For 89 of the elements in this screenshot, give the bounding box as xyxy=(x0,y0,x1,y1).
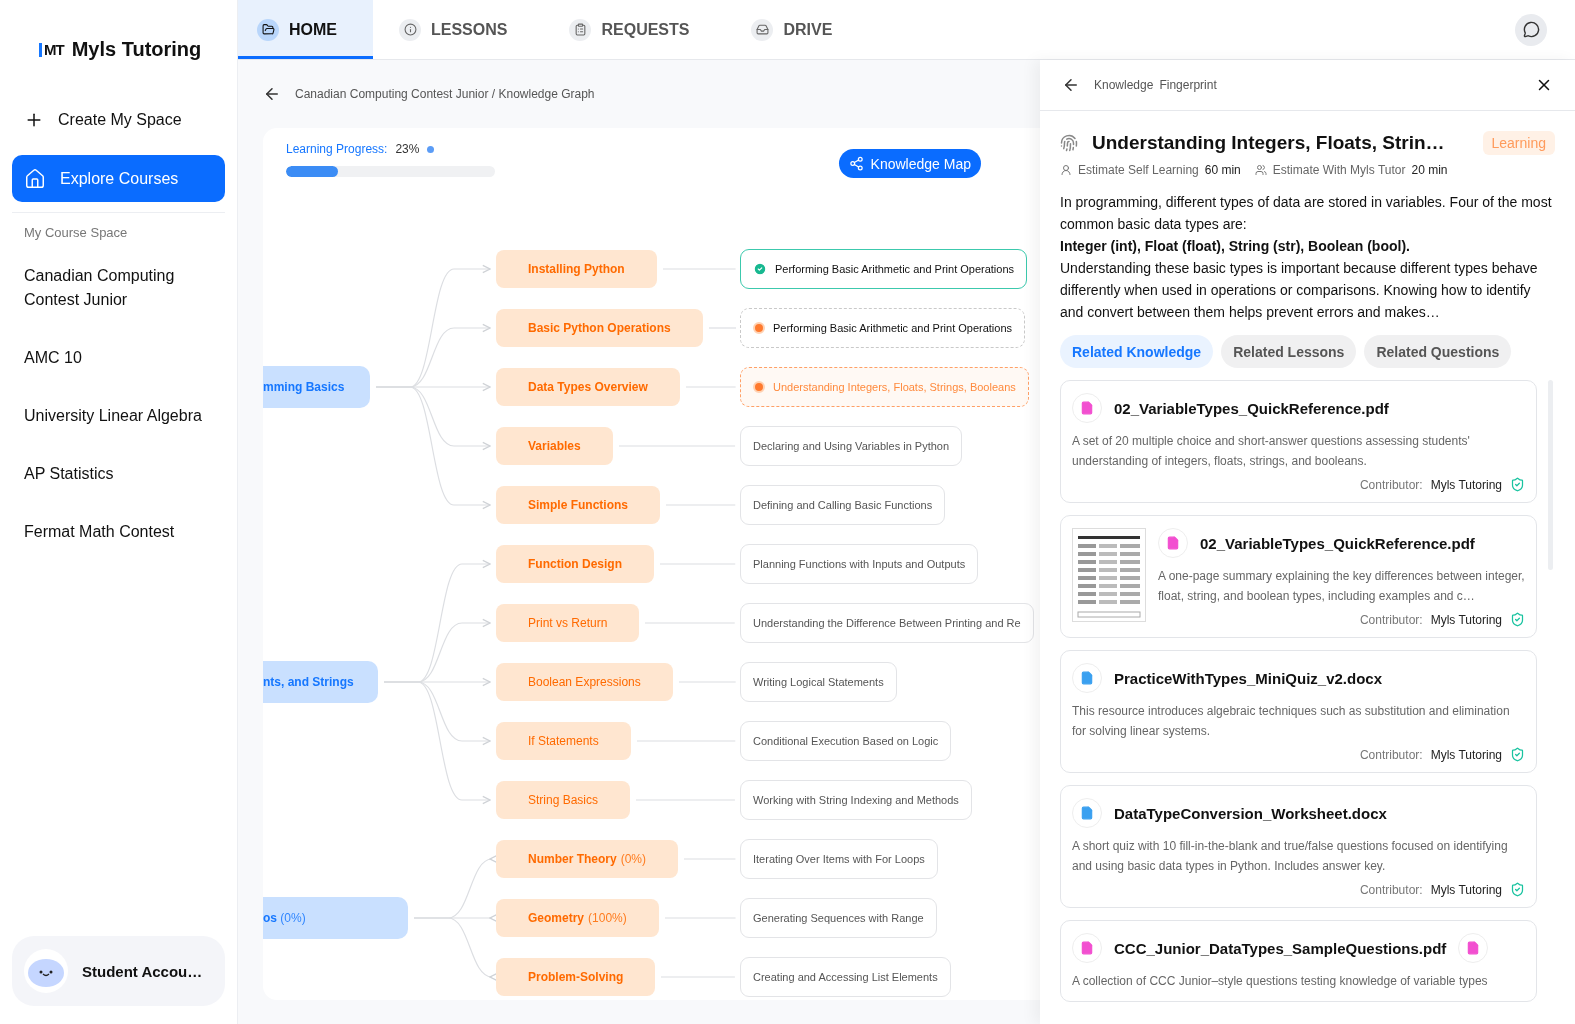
knowledge-map-button[interactable]: Knowledge Map xyxy=(838,149,981,178)
estimate-label: Estimate Self Learning xyxy=(1078,163,1199,177)
course-item[interactable]: AMC 10 xyxy=(12,346,222,370)
estimate-value: 60 min xyxy=(1204,163,1241,177)
verified-icon xyxy=(1510,477,1525,492)
resource-description: A short quiz with 10 fill-in-the-blank and true/false questions focused on identifying and using basic data types in Python. Includes answer key. xyxy=(1072,838,1509,875)
nav-tab[interactable]: LESSONS xyxy=(373,0,544,59)
skill-node[interactable]: Writing Logical Statements xyxy=(740,662,897,702)
contributor-label: Contributor: xyxy=(1359,612,1423,627)
resource-description: A set of 20 multiple choice and short-answer questions assessing students' understanding of integers, floats, strings, and booleans. xyxy=(1072,433,1471,470)
fingerprint-icon xyxy=(1060,134,1078,152)
related-tab[interactable]: Related Questions xyxy=(1364,335,1512,368)
breadcrumb: Canadian Computing Contest Junior / Knowledge Graph xyxy=(295,87,595,101)
section-title: My Course Space xyxy=(23,225,129,240)
estimate-label: Estimate With Myls Tutor xyxy=(1272,163,1406,177)
skill-node[interactable]: Performing Basic Arithmetic and Print Operations xyxy=(740,249,1028,289)
resource-card[interactable]: CCC_Junior_DataTypes_SampleQuestions.pdf A collection of CCC Junior–style questions testing knowledge of variable types xyxy=(1060,920,1537,1002)
learning-dot xyxy=(753,381,765,393)
related-tab[interactable]: Related Lessons xyxy=(1221,335,1357,368)
contributor-name: Myls Tutoring xyxy=(1430,477,1502,492)
skill-node[interactable]: Declaring and Using Variables in Python xyxy=(740,426,963,466)
nav-item[interactable]: Explore Courses xyxy=(12,155,225,202)
skill-node[interactable]: Defining and Calling Basic Functions xyxy=(740,485,946,525)
account-card[interactable]: Student Accou… xyxy=(12,936,225,1006)
skill-node[interactable]: Performing Basic Arithmetic and Print Operations xyxy=(740,308,1026,348)
contributor-name: Myls Tutoring xyxy=(1430,882,1502,897)
course-item[interactable]: Fermat Math Contest xyxy=(12,520,222,544)
create-space-button[interactable]: Create My Space xyxy=(12,105,225,135)
resource-description: This resource introduces algebraic techniques such as substitution and elimination for solving linear systems. xyxy=(1072,703,1511,740)
resource-card[interactable]: 02_VariableTypes_QuickReference.pdf A set of 20 multiple choice and short-answer questions assessing students' understanding of integers, floats, strings, and booleans. Contributor: Myls Tutoring xyxy=(1060,380,1537,503)
verified-icon xyxy=(1510,747,1525,762)
contributor-name: Myls Tutoring xyxy=(1430,747,1502,762)
file-name: 02_VariableTypes_QuickReference.pdf xyxy=(1200,534,1475,552)
skill-node[interactable]: Generating Sequences with Range xyxy=(740,898,937,938)
resource-description: A collection of CCC Junior–style questions testing knowledge of variable types xyxy=(1072,973,1489,990)
person-icon xyxy=(1060,164,1072,176)
skill-node[interactable]: Creating and Accessing List Elements xyxy=(740,957,951,997)
nav-tab[interactable]: HOME xyxy=(238,0,373,59)
resource-card[interactable] xyxy=(1060,785,1537,908)
check-icon xyxy=(753,262,767,276)
account-name: Student Accou… xyxy=(82,962,203,980)
progress-label: Learning Progress: xyxy=(286,142,388,156)
nav-tab[interactable]: DRIVE xyxy=(725,0,869,59)
knowledge-title: Understanding Integers, Floats, Strin… xyxy=(1092,132,1445,154)
course-item[interactable]: Canadian Computing Contest Junior xyxy=(12,264,222,312)
chat-icon xyxy=(1522,21,1540,38)
status-dot xyxy=(427,145,435,153)
description: In programming, different types of data are stored in variables. Four of the most common basic data types are: Integer (int), Float (float), String (str), Boolean (bool). Understanding these basic types is important because different types behave differently when used in operations or comparisons. Knowing how to identify and convert between them helps prevent errors and makes… xyxy=(1060,193,1553,322)
skill-node[interactable]: Planning Functions with Inputs and Outputs xyxy=(740,544,979,584)
verified-icon xyxy=(1510,882,1525,897)
chat-button[interactable] xyxy=(1515,13,1547,46)
tab-icon xyxy=(257,18,279,41)
file-name: PracticeWithTypes_MiniQuiz_v2.docx xyxy=(1114,669,1382,687)
breadcrumb-item: Fingerprint xyxy=(1159,78,1217,92)
avatar-icon xyxy=(24,949,68,993)
home-icon xyxy=(24,167,46,190)
estimate-value: 20 min xyxy=(1411,163,1448,177)
course-item[interactable]: AP Statistics xyxy=(12,462,222,486)
skill-node[interactable]: Understanding the Difference Between Printing and Re xyxy=(740,603,1034,643)
breadcrumb-item: Knowledge xyxy=(1094,78,1154,92)
contributor-label: Contributor: xyxy=(1359,882,1423,897)
back-button[interactable] xyxy=(1062,76,1080,94)
status-badge: Learning xyxy=(1482,131,1555,155)
brand-name: Myls Tutoring xyxy=(71,38,202,61)
file-name: DataTypeConversion_Worksheet.docx xyxy=(1114,804,1387,822)
back-button[interactable] xyxy=(263,85,281,103)
contributor-name: Myls Tutoring xyxy=(1430,612,1502,627)
resource-card[interactable]: PracticeWithTypes_MiniQuiz_v2.docx This resource introduces algebraic techniques such as substitution and elimination for solving linear systems. Contributor: Myls Tutoring xyxy=(1060,650,1537,773)
skill-node[interactable]: Working with String Indexing and Methods xyxy=(740,780,972,820)
file-name: 02_VariableTypes_QuickReference.pdf xyxy=(1114,399,1389,417)
logo-mark: MT xyxy=(39,42,64,57)
resource-description: A one-page summary explaining the key differences between integer, float, string, and boolean types, including examples and c… xyxy=(1158,568,1525,605)
contributor-label: Contributor: xyxy=(1359,477,1423,492)
course-item[interactable]: University Linear Algebra xyxy=(12,404,222,428)
tab-icon xyxy=(569,18,592,41)
nav-tab[interactable]: REQUESTS xyxy=(543,0,726,59)
skill-node[interactable]: Iterating Over Items with For Loops xyxy=(740,839,938,879)
share-icon xyxy=(848,156,864,171)
tab-icon xyxy=(399,18,421,41)
verified-icon xyxy=(1510,612,1525,627)
learning-dot xyxy=(753,322,765,334)
related-tab[interactable]: Related Knowledge xyxy=(1060,335,1214,368)
file-name: CCC_Junior_DataTypes_SampleQuestions.pdf xyxy=(1114,939,1447,957)
skill-node[interactable]: Conditional Execution Based on Logic xyxy=(740,721,952,761)
contributor-label: Contributor: xyxy=(1359,747,1423,762)
progress-value: 23% xyxy=(395,142,420,156)
tab-icon xyxy=(751,18,774,41)
group-icon xyxy=(1254,164,1267,176)
resource-card[interactable]: 02_VariableTypes_QuickReference.pdf A one-page summary explaining the key differences between integer, float, string, and boolean types, including examples and c… Contributor: Myls Tutoring xyxy=(1060,515,1537,638)
